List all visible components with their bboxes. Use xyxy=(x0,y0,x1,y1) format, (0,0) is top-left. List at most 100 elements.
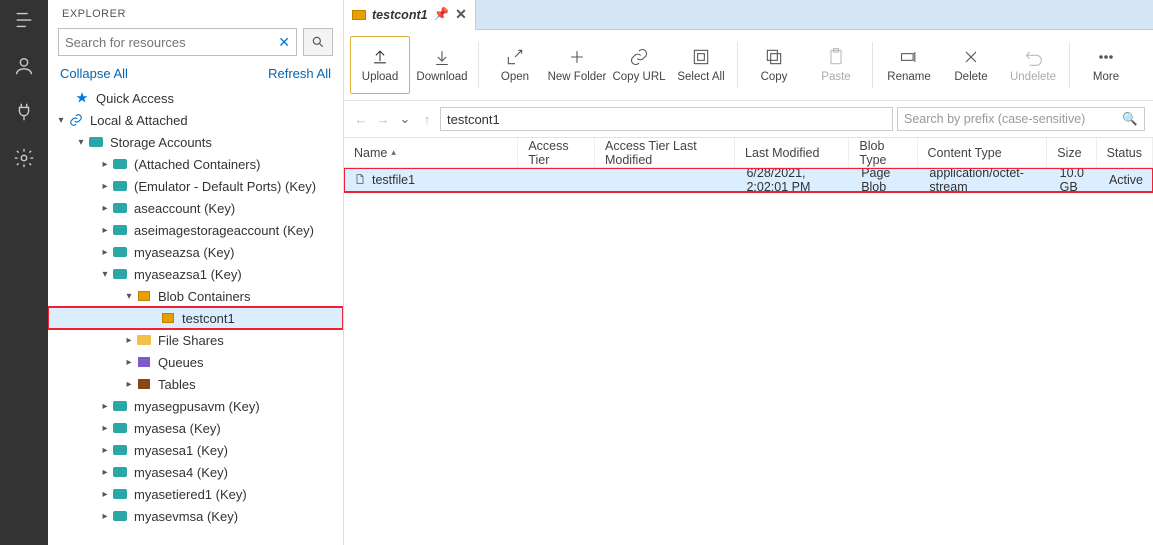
gear-icon[interactable] xyxy=(10,144,38,172)
account-icon[interactable] xyxy=(10,52,38,80)
more-button[interactable]: More xyxy=(1076,36,1136,94)
search-icon: 🔍 xyxy=(1122,112,1138,127)
toolbar: Upload Download Open New Folder Copy URL… xyxy=(344,30,1153,101)
refresh-all-link[interactable]: Refresh All xyxy=(268,66,331,81)
chevron-right-icon: ▸ xyxy=(98,511,112,522)
download-button[interactable]: Download xyxy=(412,36,472,94)
close-icon[interactable]: ✕ xyxy=(455,6,467,23)
cell-name: testfile1 xyxy=(372,173,415,187)
cell-content-type: application/octet-stream xyxy=(919,168,1049,194)
col-access-tier-lm[interactable]: Access Tier Last Modified xyxy=(595,138,735,167)
plug-icon[interactable] xyxy=(10,98,38,126)
container-icon xyxy=(160,310,176,326)
explorer-icon[interactable] xyxy=(10,6,38,34)
tree-node[interactable]: ▸(Emulator - Default Ports) (Key) xyxy=(48,175,343,197)
cell-last-modified: 6/28/2021, 2:02:01 PM xyxy=(736,168,851,194)
new-folder-button[interactable]: New Folder xyxy=(547,36,607,94)
local-attached-node[interactable]: ▾Local & Attached xyxy=(48,109,343,131)
storage-icon xyxy=(112,266,128,282)
search-button[interactable] xyxy=(303,28,333,56)
separator xyxy=(478,42,479,88)
storage-icon xyxy=(112,486,128,502)
col-last-modified[interactable]: Last Modified xyxy=(735,138,849,167)
clear-icon[interactable]: ✕ xyxy=(278,34,290,51)
rename-button[interactable]: Rename xyxy=(879,36,939,94)
blob-containers-node[interactable]: ▾Blob Containers xyxy=(48,285,343,307)
main-pane: testcont1 📌 ✕ Upload Download Open New F… xyxy=(344,0,1153,545)
tab-title: testcont1 xyxy=(372,8,428,22)
nav-recent-icon[interactable]: ⌄ xyxy=(396,110,414,128)
col-size[interactable]: Size xyxy=(1047,138,1096,167)
table-row[interactable]: testfile1 6/28/2021, 2:02:01 PM Page Blo… xyxy=(344,168,1153,192)
storage-icon xyxy=(112,222,128,238)
storage-icon xyxy=(112,244,128,260)
collapse-all-link[interactable]: Collapse All xyxy=(60,66,128,81)
copy-url-button[interactable]: Copy URL xyxy=(609,36,669,94)
path-input[interactable]: testcont1 xyxy=(440,107,893,131)
storage-icon xyxy=(112,178,128,194)
nav-row: ← → ⌄ ↑ testcont1 Search by prefix (case… xyxy=(344,101,1153,138)
activity-bar xyxy=(0,0,48,545)
quick-access-node[interactable]: Quick Access xyxy=(48,87,343,109)
undelete-button: Undelete xyxy=(1003,36,1063,94)
tree-node[interactable]: ▸myasetiered1 (Key) xyxy=(48,483,343,505)
tree-node[interactable]: ▸myasesa (Key) xyxy=(48,417,343,439)
search-field[interactable] xyxy=(65,35,278,50)
col-blob-type[interactable]: Blob Type xyxy=(849,138,917,167)
storage-icon xyxy=(112,398,128,414)
col-name[interactable]: Name xyxy=(344,138,518,167)
storage-icon xyxy=(112,420,128,436)
file-shares-node[interactable]: ▸File Shares xyxy=(48,329,343,351)
container-icon xyxy=(352,10,366,20)
search-input[interactable]: ✕ xyxy=(58,28,297,56)
select-all-button[interactable]: Select All xyxy=(671,36,731,94)
paste-button: Paste xyxy=(806,36,866,94)
storage-icon xyxy=(88,134,104,150)
storage-icon xyxy=(112,156,128,172)
chevron-right-icon: ▸ xyxy=(122,379,136,390)
storage-icon xyxy=(112,200,128,216)
tree-node[interactable]: ▸myasevmsa (Key) xyxy=(48,505,343,527)
explorer-title: EXPLORER xyxy=(48,0,343,28)
storage-accounts-node[interactable]: ▾Storage Accounts xyxy=(48,131,343,153)
tree-node[interactable]: ▸aseimagestorageaccount (Key) xyxy=(48,219,343,241)
tree-node[interactable]: ▸myasegpusavm (Key) xyxy=(48,395,343,417)
chevron-right-icon: ▸ xyxy=(98,181,112,192)
storage-icon xyxy=(112,442,128,458)
delete-button[interactable]: Delete xyxy=(941,36,1001,94)
folder-icon xyxy=(136,332,152,348)
tables-node[interactable]: ▸Tables xyxy=(48,373,343,395)
tree-node[interactable]: ▸myasesa1 (Key) xyxy=(48,439,343,461)
chevron-right-icon: ▸ xyxy=(98,423,112,434)
chevron-down-icon: ▾ xyxy=(54,115,68,126)
upload-button[interactable]: Upload xyxy=(350,36,410,94)
cell-blob-type: Page Blob xyxy=(851,168,919,194)
pin-icon[interactable]: 📌 xyxy=(434,7,450,22)
chevron-down-icon: ▾ xyxy=(122,291,136,302)
storage-icon xyxy=(112,508,128,524)
tree-node[interactable]: ▸myasesa4 (Key) xyxy=(48,461,343,483)
tree-node[interactable]: ▸(Attached Containers) xyxy=(48,153,343,175)
tree-node[interactable]: ▸aseaccount (Key) xyxy=(48,197,343,219)
testcont1-node[interactable]: testcont1 xyxy=(48,307,343,329)
filter-input[interactable]: Search by prefix (case-sensitive) 🔍 xyxy=(897,107,1145,131)
file-icon xyxy=(354,172,366,189)
queues-node[interactable]: ▸Queues xyxy=(48,351,343,373)
chevron-down-icon: ▾ xyxy=(98,269,112,280)
storage-icon xyxy=(112,464,128,480)
nav-back-icon: ← xyxy=(352,110,370,128)
chevron-right-icon: ▸ xyxy=(98,445,112,456)
star-icon xyxy=(74,90,90,106)
open-button[interactable]: Open xyxy=(485,36,545,94)
col-status[interactable]: Status xyxy=(1097,138,1153,167)
col-access-tier[interactable]: Access Tier xyxy=(518,138,595,167)
tree-node[interactable]: ▸myaseazsa (Key) xyxy=(48,241,343,263)
separator xyxy=(872,42,873,88)
copy-button[interactable]: Copy xyxy=(744,36,804,94)
col-content-type[interactable]: Content Type xyxy=(918,138,1048,167)
tree-node[interactable]: ▾myaseazsa1 (Key) xyxy=(48,263,343,285)
chevron-right-icon: ▸ xyxy=(98,247,112,258)
resource-tree: Quick Access ▾Local & Attached ▾Storage … xyxy=(48,85,343,545)
tab-testcont1[interactable]: testcont1 📌 ✕ xyxy=(344,0,476,30)
nav-up-icon: ↑ xyxy=(418,110,436,128)
